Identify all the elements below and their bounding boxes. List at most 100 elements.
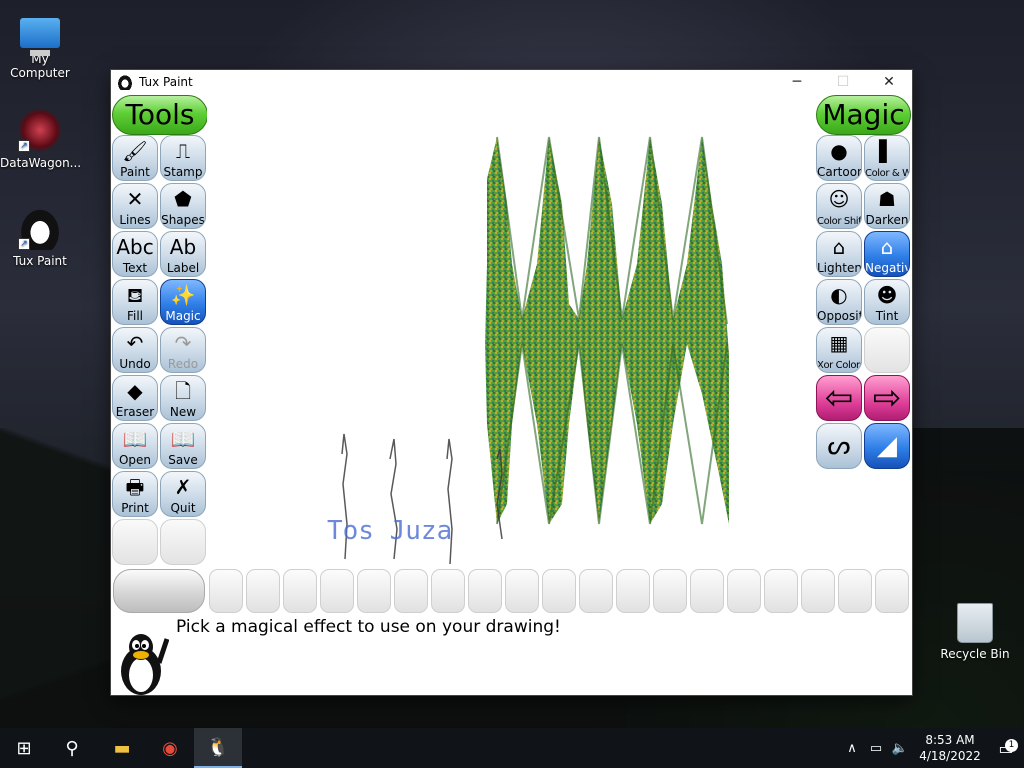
magic-lighten-button[interactable]: ⌂ Lighten — [816, 231, 862, 277]
color-swatch[interactable] — [283, 569, 317, 613]
color-swatch[interactable] — [320, 569, 354, 613]
tool-quit-button[interactable]: ✗ Quit — [160, 471, 206, 517]
tool-new-button[interactable]: 🗋 New — [160, 375, 206, 421]
magic-prev-page-button[interactable]: ⇦ — [816, 375, 862, 421]
start-button[interactable]: ⊞ — [0, 728, 48, 768]
volume-icon[interactable]: 🔈 — [888, 741, 912, 756]
tint-icon: ☻ — [876, 283, 898, 307]
datawagon-icon: ↗ — [18, 108, 62, 152]
color-swatch[interactable] — [690, 569, 724, 613]
magic-paint-mode-button[interactable]: ᔕ — [816, 423, 862, 469]
color-swatch[interactable] — [653, 569, 687, 613]
magic-label: Tint — [875, 309, 899, 323]
color-swatch[interactable] — [764, 569, 798, 613]
tool-label: Open — [118, 453, 152, 467]
title-bar[interactable]: Tux Paint ─ ☐ ✕ — [111, 70, 912, 94]
drawing-canvas[interactable]: Tos Juza — [207, 94, 815, 567]
taskbar-tux-paint[interactable]: 🐧 — [194, 728, 242, 768]
windows-icon: ⊞ — [16, 737, 32, 759]
tool-lines-button[interactable]: ✕ Lines — [112, 183, 158, 229]
paint-mode-icon: ᔕ — [827, 431, 851, 461]
color-swatch[interactable] — [246, 569, 280, 613]
shapes-icon: ⬟ — [174, 187, 192, 211]
magic-next-page-button[interactable]: ⇨ — [864, 375, 910, 421]
color-swatch[interactable] — [394, 569, 428, 613]
color-swatch[interactable] — [505, 569, 539, 613]
tux-mascot-icon — [121, 634, 169, 695]
canvas-text: Tos Juza — [327, 516, 452, 546]
magic-opposite-button[interactable]: ◐ Opposite — [816, 279, 862, 325]
print-icon: 🖶 — [125, 475, 145, 499]
canvas-artwork: Tos Juza — [327, 136, 729, 565]
desktop-icon-label: Recycle Bin — [940, 647, 1010, 661]
tool-label: Shapes — [161, 213, 205, 227]
clock[interactable]: 8:53 AM 4/18/2022 — [912, 732, 988, 764]
empty-magic-slot — [864, 327, 910, 373]
tool-undo-button[interactable]: ↶ Undo — [112, 327, 158, 373]
tool-eraser-button[interactable]: ◆ Eraser — [112, 375, 158, 421]
color-swatch[interactable] — [209, 569, 243, 613]
magic-color-shift-button[interactable]: ☺ Color Shift — [816, 183, 862, 229]
system-tray: ∧ ▭ 🔈 8:53 AM 4/18/2022 ▭ 1 — [840, 728, 1024, 768]
maximize-button: ☐ — [836, 74, 850, 90]
taskbar-chrome[interactable]: ◉ — [146, 728, 194, 768]
desktop-icon-tux-paint[interactable]: ↗ Tux Paint — [0, 206, 80, 268]
color-swatch[interactable] — [838, 569, 872, 613]
tool-magic-button[interactable]: ✨ Magic — [160, 279, 206, 325]
desktop-icon-datawagon[interactable]: ↗ DataWagon... — [0, 108, 82, 170]
color-swatch[interactable] — [468, 569, 502, 613]
desktop-icon-my-computer[interactable]: My Computer — [0, 10, 80, 80]
color-swatch[interactable] — [431, 569, 465, 613]
notifications-button[interactable]: ▭ 1 — [988, 738, 1024, 758]
color-swatch[interactable] — [875, 569, 909, 613]
color-swatch[interactable] — [616, 569, 650, 613]
lighten-icon: ⌂ — [832, 235, 846, 259]
chevron-up-icon[interactable]: ∧ — [840, 741, 864, 756]
magic-negative-button[interactable]: ⌂ Negative — [864, 231, 910, 277]
tool-label: Text — [122, 261, 148, 275]
color-swatch[interactable] — [542, 569, 576, 613]
tool-label-button[interactable]: Ab Label — [160, 231, 206, 277]
desktop-icon-recycle-bin[interactable]: Recycle Bin — [935, 603, 1015, 661]
tux-icon: 🐧 — [206, 736, 230, 758]
close-button[interactable]: ✕ — [866, 70, 912, 94]
magic-fullscreen-mode-button[interactable]: ◢ — [864, 423, 910, 469]
magic-color-white-button[interactable]: ▌ Color & White — [864, 135, 910, 181]
tool-paint-button[interactable]: 🖌 Paint — [112, 135, 158, 181]
color-swatch[interactable] — [579, 569, 613, 613]
tool-stamp-button[interactable]: ⎍ Stamp — [160, 135, 206, 181]
desktop-icon-label: DataWagon... — [0, 156, 82, 170]
current-color-swatch — [113, 569, 205, 613]
tool-label: Print — [121, 501, 149, 515]
cartoon-icon: ● — [830, 139, 848, 163]
tool-fill-button[interactable]: ⛾ Fill — [112, 279, 158, 325]
save-icon: 📖 — [170, 427, 196, 451]
taskbar-file-explorer[interactable]: ▬ — [98, 728, 146, 768]
tool-save-button[interactable]: 📖 Save — [160, 423, 206, 469]
color-swatch[interactable] — [357, 569, 391, 613]
magic-xor-colors-button[interactable]: ▦ Xor Colors — [816, 327, 862, 373]
arrow-left-icon: ⇦ — [824, 378, 854, 418]
search-button[interactable]: ⚲ — [48, 728, 96, 768]
magic-darken-button[interactable]: ☗ Darken — [864, 183, 910, 229]
color-swatch[interactable] — [727, 569, 761, 613]
tool-text-button[interactable]: Abc Text — [112, 231, 158, 277]
tool-shapes-button[interactable]: ⬟ Shapes — [160, 183, 206, 229]
window-title: Tux Paint — [139, 75, 193, 89]
color-swatch[interactable] — [801, 569, 835, 613]
network-icon[interactable]: ▭ — [864, 741, 888, 756]
tool-print-button[interactable]: 🖶 Print — [112, 471, 158, 517]
paint-icon: 🖌 — [122, 139, 148, 163]
minimize-button[interactable]: ─ — [774, 70, 820, 94]
desktop-icon-label: Tux Paint — [13, 254, 67, 268]
opposite-icon: ◐ — [830, 283, 848, 307]
tool-open-button[interactable]: 📖 Open — [112, 423, 158, 469]
magic-tint-button[interactable]: ☻ Tint — [864, 279, 910, 325]
tools-header: Tools — [112, 95, 208, 135]
magic-cartoon-button[interactable]: ● Cartoon — [816, 135, 862, 181]
color-shift-icon: ☺ — [828, 187, 850, 211]
lines-icon: ✕ — [126, 187, 144, 211]
tool-label: Label — [166, 261, 200, 275]
redo-icon: ↷ — [174, 331, 192, 355]
darken-icon: ☗ — [878, 187, 896, 211]
